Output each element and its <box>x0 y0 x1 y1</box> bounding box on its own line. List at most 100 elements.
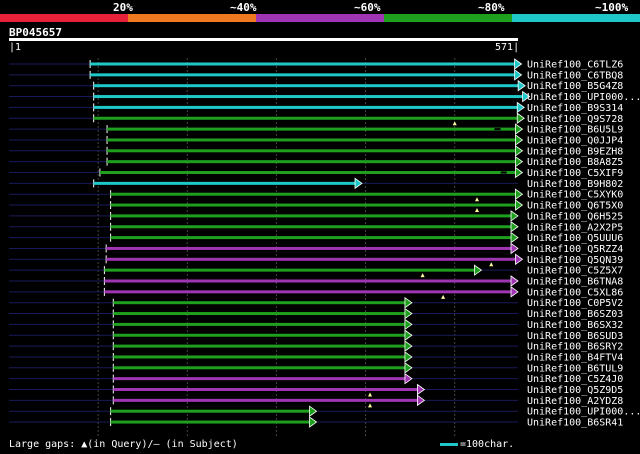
hit-label: UniRef100_Q5QN39 <box>527 255 623 266</box>
hit-arrowhead <box>417 383 426 396</box>
hit-bar <box>106 246 513 250</box>
hit-label: UniRef100_Q5RZZ4 <box>527 244 623 255</box>
hit-bar <box>110 236 513 240</box>
hit-bar <box>107 149 517 153</box>
hit-bar <box>90 62 516 66</box>
hit-bar <box>93 181 357 185</box>
hit-bar <box>107 127 517 131</box>
hit-arrowhead <box>404 362 413 374</box>
hit-arrowhead <box>514 69 523 81</box>
hit-bar <box>113 312 406 316</box>
query-gap-marker <box>420 273 425 278</box>
hit-arrowhead <box>515 123 524 135</box>
hit-arrowhead <box>515 166 524 179</box>
hit-label: UniRef100_Q6T5X0 <box>527 201 623 212</box>
hit-bar <box>113 398 419 402</box>
hit-label: UniRef100_Q5Z9D5 <box>527 385 623 396</box>
hit-arrowhead <box>309 405 318 417</box>
hit-bar <box>113 388 419 391</box>
hit-bar <box>99 171 517 174</box>
hit-arrowhead <box>404 351 413 363</box>
hit-arrowhead <box>510 286 519 298</box>
hit-label: UniRef100_C5XYK0 <box>527 190 623 201</box>
hit-bar <box>107 160 517 164</box>
hit-bar <box>110 409 311 413</box>
query-gap-marker <box>368 392 373 397</box>
hit-arrowhead <box>516 112 525 125</box>
scale-legend: =100char. <box>440 439 514 450</box>
hit-arrowhead <box>514 58 523 70</box>
scale-text: =100char. <box>460 439 515 450</box>
hit-bar <box>90 73 516 77</box>
hit-bar <box>104 290 513 294</box>
hit-bar <box>113 301 406 305</box>
hit-alignment-plot: UniRef100_C6TLZ6UniRef100_C6TBQ8UniRef10… <box>9 58 640 436</box>
hit-label: UniRef100_Q9S728 <box>527 114 623 125</box>
hit-label: UniRef100_A2X2P5 <box>527 222 623 233</box>
hit-label: UniRef100_B5G4Z8 <box>527 81 623 92</box>
hit-arrowhead <box>515 253 524 266</box>
hit-label: UniRef100_B9EZH8 <box>527 146 623 157</box>
hit-bar <box>110 203 517 207</box>
hit-label: UniRef100_C6TLZ6 <box>527 60 623 71</box>
hit-bar <box>106 257 517 261</box>
hit-arrowhead <box>515 134 524 146</box>
hit-arrowhead <box>510 210 519 222</box>
hit-arrowhead <box>404 307 413 320</box>
hit-arrowhead <box>404 318 413 331</box>
hit-arrowhead <box>404 329 413 342</box>
hit-label: UniRef100_C5Z4J0 <box>527 374 623 385</box>
hit-label: UniRef100_B9H802 <box>527 179 623 190</box>
hit-bar <box>93 95 524 99</box>
hit-arrowhead <box>474 264 483 276</box>
hit-bar <box>113 333 406 337</box>
hit-label: UniRef100_B6U5L9 <box>527 125 623 136</box>
hit-label: UniRef100_B8A8Z5 <box>527 157 623 168</box>
hit-bar <box>110 420 311 424</box>
query-gap-marker <box>441 294 446 299</box>
hit-arrowhead <box>404 372 413 385</box>
query-gap-marker <box>452 121 457 126</box>
hit-arrowhead <box>515 155 524 168</box>
hit-bar <box>110 192 517 196</box>
hit-label: UniRef100_B6SR41 <box>527 418 623 429</box>
hit-label: UniRef100_B6TNA8 <box>527 277 623 288</box>
hit-bar <box>113 366 406 370</box>
hit-bar <box>104 279 513 283</box>
hit-label: UniRef100_Q0JJP4 <box>527 135 623 146</box>
hit-bar <box>93 105 519 109</box>
hit-label: UniRef100_B9S314 <box>527 103 623 114</box>
hit-arrowhead <box>515 188 524 200</box>
hit-label: UniRef100_UPI000... <box>527 407 640 418</box>
hit-label: UniRef100_A2YDZ8 <box>527 396 623 407</box>
hit-label: UniRef100_Q6H525 <box>527 211 623 222</box>
query-gap-marker <box>474 208 479 213</box>
hit-bar <box>113 344 406 348</box>
hit-label: UniRef100_B6SUD3 <box>527 331 623 342</box>
hit-label: UniRef100_C5XL86 <box>527 287 623 298</box>
hit-label: UniRef100_C6TBQ8 <box>527 70 623 81</box>
hit-arrowhead <box>516 101 525 114</box>
hit-arrowhead <box>515 145 524 157</box>
hit-label: UniRef100_B6SRY2 <box>527 342 623 353</box>
hit-arrowhead <box>510 242 519 255</box>
hit-label: UniRef100_B6TUL9 <box>527 363 623 374</box>
hit-arrowhead <box>515 199 524 211</box>
hit-bar <box>107 138 517 142</box>
hit-label: UniRef100_C5XIF9 <box>527 168 623 179</box>
scale-bar <box>440 442 458 446</box>
query-gap-marker <box>474 197 479 202</box>
hit-bar <box>113 377 406 381</box>
hit-bar <box>93 84 520 88</box>
hit-bar <box>104 268 476 272</box>
gaps-legend: Large gaps: ▲(in Query)/– (in Subject) <box>9 439 238 450</box>
hit-bar <box>110 214 513 218</box>
hit-bar <box>113 355 406 359</box>
hit-label: UniRef100_C0P5V2 <box>527 298 623 309</box>
hit-label: UniRef100_Q5UUU6 <box>527 233 623 244</box>
hit-arrowhead <box>417 394 426 407</box>
hit-label: UniRef100_UPI000... <box>527 92 640 103</box>
query-gap-marker <box>489 262 494 267</box>
hit-label: UniRef100_B6SZ03 <box>527 309 623 320</box>
hit-bar <box>93 116 519 120</box>
